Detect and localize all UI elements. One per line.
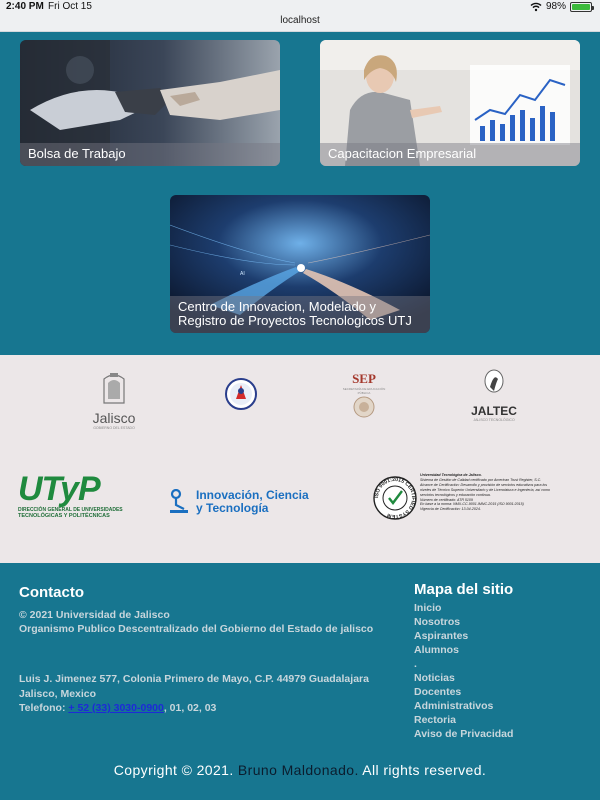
sep-name: SEP xyxy=(352,371,376,386)
iso-text-line: Vigencia de Certificación: 13-04-2024. xyxy=(420,507,481,512)
card-caption: Bolsa de Trabajo xyxy=(20,143,280,166)
status-indicators: 98% xyxy=(530,1,594,12)
card-caption: Capacitacion Empresarial xyxy=(320,143,580,166)
sitemap-item-inicio[interactable]: Inicio xyxy=(414,601,513,615)
sep-logo[interactable]: SEP SECRETARÍA DE EDUCACIÓN PÚBLICA xyxy=(338,371,390,427)
iso-seal-icon: ISO 9001:2015 CERTIFIED SYSTEM xyxy=(373,476,417,520)
utyp-name: UTyP xyxy=(18,470,101,508)
sep-seal-icon xyxy=(353,396,375,418)
sitemap-item-aspirantes[interactable]: Aspirantes xyxy=(414,629,513,643)
address-bar-url[interactable]: localhost xyxy=(0,15,600,26)
jaltec-logo[interactable]: JALTEC JALISCO TECNOLÓGICO xyxy=(464,369,524,429)
iso-certification-logo[interactable]: ISO 9001:2015 CERTIFIED SYSTEM Universid… xyxy=(372,473,582,523)
utyp-subtitle-2: TECNOLÓGICAS Y POLITÉCNICAS xyxy=(18,513,110,519)
education-emblem-logo[interactable] xyxy=(224,377,258,416)
card-bolsa-de-trabajo[interactable]: Bolsa de Trabajo xyxy=(20,40,280,166)
svg-text:AI: AI xyxy=(240,271,245,277)
sitemap-item-docentes[interactable]: Docentes xyxy=(414,685,513,699)
jaltec-name: JALTEC xyxy=(471,404,517,418)
utyp-logo[interactable]: UTyP DIRECCIÓN GENERAL DE UNIVERSIDADES … xyxy=(18,471,128,527)
card-centro-innovacion[interactable]: AI Centro de Innovacion, Modelado y Regi… xyxy=(170,195,430,333)
sitemap-list: Inicio Nosotros Aspirantes Alumnos . Not… xyxy=(414,601,513,741)
battery-icon xyxy=(570,1,594,12)
wifi-icon xyxy=(530,2,542,11)
card-capacitacion-empresarial[interactable]: Capacitacion Empresarial xyxy=(320,40,580,166)
phone-link[interactable]: + 52 (33) 3030-0900 xyxy=(68,702,163,714)
phone-extensions: , 01, 02, 03 xyxy=(163,702,217,714)
copyright-prefix: Copyright © 2021. xyxy=(113,762,238,778)
copyright-suffix: All rights reserved. xyxy=(358,762,487,778)
jalisco-crest-icon xyxy=(103,373,125,404)
iso-details: Universidad Tecnológica de Jalisco. Sist… xyxy=(420,473,582,512)
sep-subtitle: SECRETARÍA DE EDUCACIÓN PÚBLICA xyxy=(342,387,386,395)
footer-address-line-1: Luis J. Jimenez 577, Colonia Primero de … xyxy=(19,673,369,685)
jaltec-emblem-icon xyxy=(484,369,504,393)
jaltec-subtitle: JALISCO TECNOLÓGICO xyxy=(473,418,515,422)
footer-phone: Telefono: + 52 (33) 3030-0900, 01, 02, 0… xyxy=(19,701,216,716)
innovacion-line-2: y Tecnología xyxy=(196,501,269,515)
innovacion-ciencia-tecnologia-logo[interactable]: Innovación, Ciencia y Tecnología xyxy=(168,485,338,519)
status-bar: 2:40 PM Fri Oct 15 localhost 98% xyxy=(0,0,600,32)
sitemap-item-administrativos[interactable]: Administrativos xyxy=(414,699,513,713)
emblem-icon xyxy=(225,378,257,410)
battery-percent: 98% xyxy=(545,1,566,12)
sitemap-item-noticias[interactable]: Noticias xyxy=(414,671,513,685)
bottom-copyright: Copyright © 2021. Bruno Maldonado. All r… xyxy=(0,762,600,778)
status-date: Fri Oct 15 xyxy=(48,1,92,12)
sitemap-item-rectoria[interactable]: Rectoria xyxy=(414,713,513,727)
microscope-icon xyxy=(170,489,188,513)
sitemap-item-nosotros[interactable]: Nosotros xyxy=(414,615,513,629)
footer: Contacto © 2021 Universidad de Jalisco O… xyxy=(0,563,600,800)
sitemap-item-alumnos[interactable]: Alumnos xyxy=(414,643,513,657)
footer-copyright-university: © 2021 Universidad de Jalisco xyxy=(19,609,170,621)
copyright-author: Bruno Maldonado. xyxy=(237,762,359,778)
contact-title: Contacto xyxy=(19,584,84,601)
partner-logos-section: Jalisco GOBIERNO DEL ESTADO SEP SECRETAR… xyxy=(0,355,600,563)
sitemap-title: Mapa del sitio xyxy=(414,581,514,598)
sitemap-item-aviso-de-privacidad[interactable]: Aviso de Privacidad xyxy=(414,727,513,741)
phone-label: Telefono: xyxy=(19,702,66,714)
footer-organization: Organismo Publico Descentralizado del Go… xyxy=(19,623,374,635)
jalisco-logo[interactable]: Jalisco GOBIERNO DEL ESTADO xyxy=(88,371,140,430)
jalisco-name: Jalisco xyxy=(92,410,136,426)
status-time: 2:40 PM xyxy=(6,1,44,12)
sitemap-item-dot[interactable]: . xyxy=(414,657,513,671)
card-caption: Centro de Innovacion, Modelado y Registr… xyxy=(170,296,430,333)
footer-address-line-2: Jalisco, Mexico xyxy=(19,688,97,700)
jalisco-subtitle: GOBIERNO DEL ESTADO xyxy=(93,426,135,430)
